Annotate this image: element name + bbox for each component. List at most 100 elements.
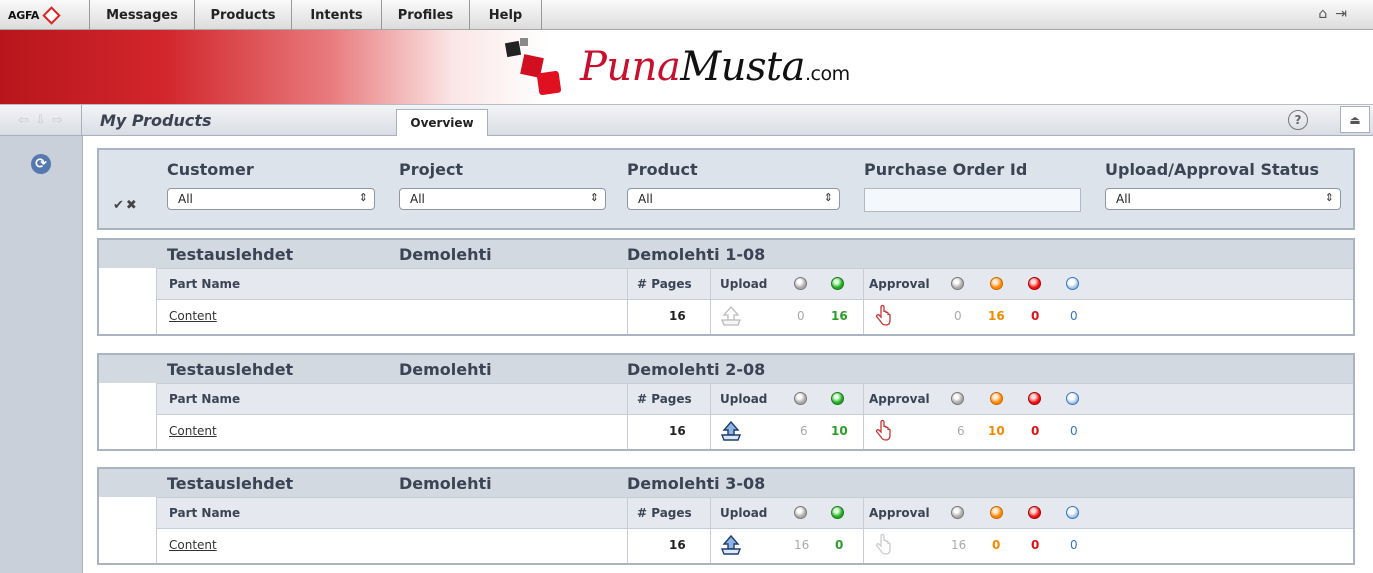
- upload-pending-dot-icon: [794, 277, 807, 290]
- product-block: Testauslehdet Demolehti Demolehti 1-08 P…: [97, 238, 1355, 336]
- header-project: Project: [399, 160, 464, 179]
- menu-profiles[interactable]: Profiles: [382, 0, 470, 30]
- approval-pending-count: 16: [951, 538, 967, 552]
- brand-name: PunaMusta.com: [580, 44, 850, 90]
- block-customer: Testauslehdet: [167, 474, 294, 493]
- block-header: Testauslehdet Demolehti Demolehti 3-08: [99, 469, 1353, 497]
- col-pages: # Pages: [637, 506, 692, 520]
- status-select[interactable]: All ⇕: [1105, 188, 1341, 210]
- approval-waiting-dot-icon: [990, 392, 1003, 405]
- approval-hand-icon[interactable]: [873, 304, 893, 328]
- approval-approved-dot-icon: [1066, 392, 1079, 405]
- pages-count: 16: [669, 538, 686, 552]
- col-pages: # Pages: [637, 392, 692, 406]
- menu-products[interactable]: Products: [195, 0, 292, 30]
- upload-done-count: 16: [831, 309, 848, 323]
- upload-done-count: 10: [831, 424, 848, 438]
- approval-approved-count: 0: [1070, 538, 1078, 552]
- help-icon[interactable]: ?: [1288, 110, 1308, 130]
- filter-panel: Customer Project Product Purchase Order …: [97, 148, 1355, 230]
- part-link[interactable]: Content: [169, 424, 217, 438]
- home-icon[interactable]: ⌂: [1318, 6, 1327, 22]
- block-left-cell: [99, 383, 157, 449]
- block-product: Demolehti 3-08: [627, 474, 766, 493]
- purchase-order-input[interactable]: [864, 188, 1081, 212]
- logout-icon[interactable]: ⇥: [1335, 6, 1347, 22]
- clear-filter-icon[interactable]: ✖: [126, 198, 137, 213]
- col-part-name: Part Name: [169, 506, 241, 520]
- left-sidebar: ⟳: [0, 136, 83, 573]
- approval-hand-icon[interactable]: [873, 533, 893, 557]
- upload-pending-dot-icon: [794, 392, 807, 405]
- select-arrows-icon: ⇕: [823, 191, 833, 204]
- approval-approved-count: 0: [1070, 309, 1078, 323]
- col-part-name: Part Name: [169, 392, 241, 406]
- approval-approved-dot-icon: [1066, 277, 1079, 290]
- status-select-value: All: [1116, 192, 1131, 206]
- table-row: Content 16 6 10 6 10 0 0: [157, 415, 1353, 449]
- part-link[interactable]: Content: [169, 309, 217, 323]
- col-upload: Upload: [720, 277, 768, 291]
- block-project: Demolehti: [399, 245, 492, 264]
- toolbar: ⇦ ⇩ ⇨ My Products Overview ? ⏏: [0, 104, 1373, 136]
- menu-help[interactable]: Help: [470, 0, 542, 30]
- customer-select[interactable]: All ⇕: [167, 188, 375, 210]
- customer-select-value: All: [178, 192, 193, 206]
- approval-pending-dot-icon: [951, 277, 964, 290]
- block-left-cell: [99, 497, 157, 563]
- approval-hand-icon[interactable]: [873, 419, 893, 443]
- menu-messages[interactable]: Messages: [90, 0, 195, 30]
- product-select[interactable]: All ⇕: [627, 188, 840, 210]
- col-part-name: Part Name: [169, 277, 241, 291]
- project-select[interactable]: All ⇕: [399, 188, 606, 210]
- upload-done-dot-icon: [831, 392, 844, 405]
- block-product: Demolehti 2-08: [627, 360, 766, 379]
- part-link[interactable]: Content: [169, 538, 217, 552]
- brand-domain: .com: [804, 63, 850, 85]
- page-title: My Products: [100, 111, 212, 130]
- header-purchase-order: Purchase Order Id: [864, 160, 1028, 179]
- brand-name-part2: Musta: [680, 44, 805, 90]
- block-subheader: Part Name # Pages Upload Approval: [157, 383, 1353, 415]
- select-arrows-icon: ⇕: [1324, 191, 1334, 204]
- upload-done-count: 0: [835, 538, 844, 552]
- refresh-icon[interactable]: ⟳: [31, 154, 51, 174]
- menu-intents[interactable]: Intents: [292, 0, 382, 30]
- block-left-cell: [99, 268, 157, 334]
- project-select-value: All: [410, 192, 425, 206]
- filter-icons: ✔ ✖: [113, 198, 137, 213]
- col-upload: Upload: [720, 392, 768, 406]
- up-arrow-icon[interactable]: ⇩: [35, 113, 46, 128]
- forward-arrow-icon[interactable]: ⇨: [52, 113, 63, 128]
- top-menubar: AGFA Messages Products Intents Profiles …: [0, 0, 1373, 30]
- upload-done-dot-icon: [831, 277, 844, 290]
- block-product: Demolehti 1-08: [627, 245, 766, 264]
- approval-approved-count: 0: [1070, 424, 1078, 438]
- upload-icon[interactable]: [719, 533, 743, 557]
- approval-waiting-count: 0: [992, 538, 1001, 552]
- upload-icon[interactable]: [719, 304, 743, 328]
- col-approval: Approval: [869, 392, 930, 406]
- block-customer: Testauslehdet: [167, 360, 294, 379]
- block-project: Demolehti: [399, 360, 492, 379]
- back-arrow-icon[interactable]: ⇦: [18, 113, 29, 128]
- tab-overview[interactable]: Overview: [396, 109, 488, 136]
- block-project: Demolehti: [399, 474, 492, 493]
- approval-pending-dot-icon: [951, 506, 964, 519]
- apply-filter-icon[interactable]: ✔: [113, 198, 124, 213]
- table-row: Content 16 16 0 16 0 0 0: [157, 529, 1353, 563]
- approval-pending-count: 0: [954, 309, 962, 323]
- nav-arrows: ⇦ ⇩ ⇨: [0, 105, 82, 135]
- upload-icon[interactable]: [719, 419, 743, 443]
- approval-rejected-count: 0: [1031, 309, 1040, 323]
- upload-done-dot-icon: [831, 506, 844, 519]
- header-product: Product: [627, 160, 698, 179]
- punamusta-mark-icon: [500, 36, 570, 98]
- product-block: Testauslehdet Demolehti Demolehti 3-08 P…: [97, 467, 1355, 565]
- eject-icon[interactable]: ⏏: [1340, 106, 1370, 133]
- approval-waiting-dot-icon: [990, 277, 1003, 290]
- approval-approved-dot-icon: [1066, 506, 1079, 519]
- approval-pending-dot-icon: [951, 392, 964, 405]
- punamusta-logo: PunaMusta.com: [500, 36, 850, 98]
- upload-pending-count: 6: [800, 424, 808, 438]
